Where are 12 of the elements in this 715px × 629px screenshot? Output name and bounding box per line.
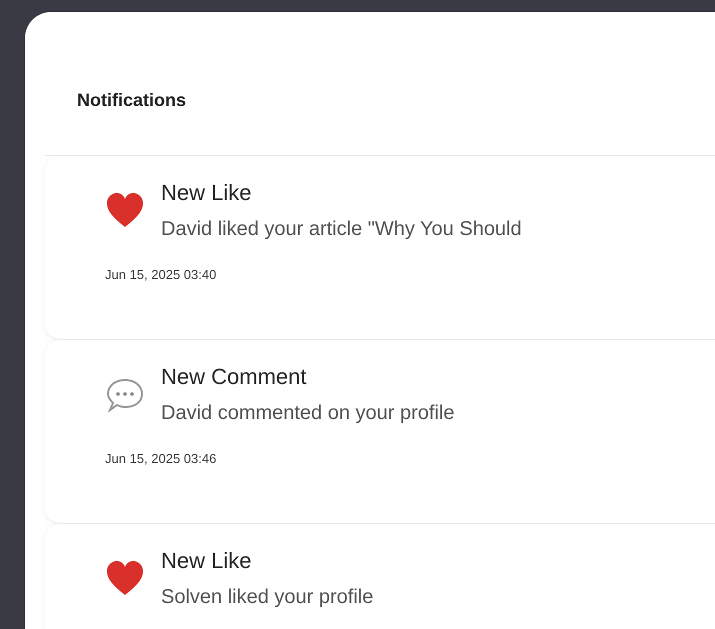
notification-card[interactable]: New Comment David commented on your profile Jun 15, 2025 03:46 bbox=[45, 340, 715, 524]
notification-message: David liked your article "Why You Should bbox=[161, 218, 522, 241]
panel-title: Notifications bbox=[77, 90, 186, 111]
notification-card[interactable]: New Like Solven liked your profile bbox=[45, 524, 715, 629]
notification-title: New Like bbox=[161, 548, 252, 574]
notification-title: New Like bbox=[161, 180, 252, 206]
notification-card[interactable]: New Like David liked your article "Why You Should Jun 15, 2025 03:40 bbox=[45, 156, 715, 340]
notification-message: Solven liked your profile bbox=[161, 586, 374, 609]
notification-time: Jun 15, 2025 03:46 bbox=[105, 451, 216, 466]
notification-message: David commented on your profile bbox=[161, 402, 454, 425]
notification-title: New Comment bbox=[161, 364, 308, 390]
notification-time: Jun 15, 2025 03:40 bbox=[105, 267, 216, 282]
